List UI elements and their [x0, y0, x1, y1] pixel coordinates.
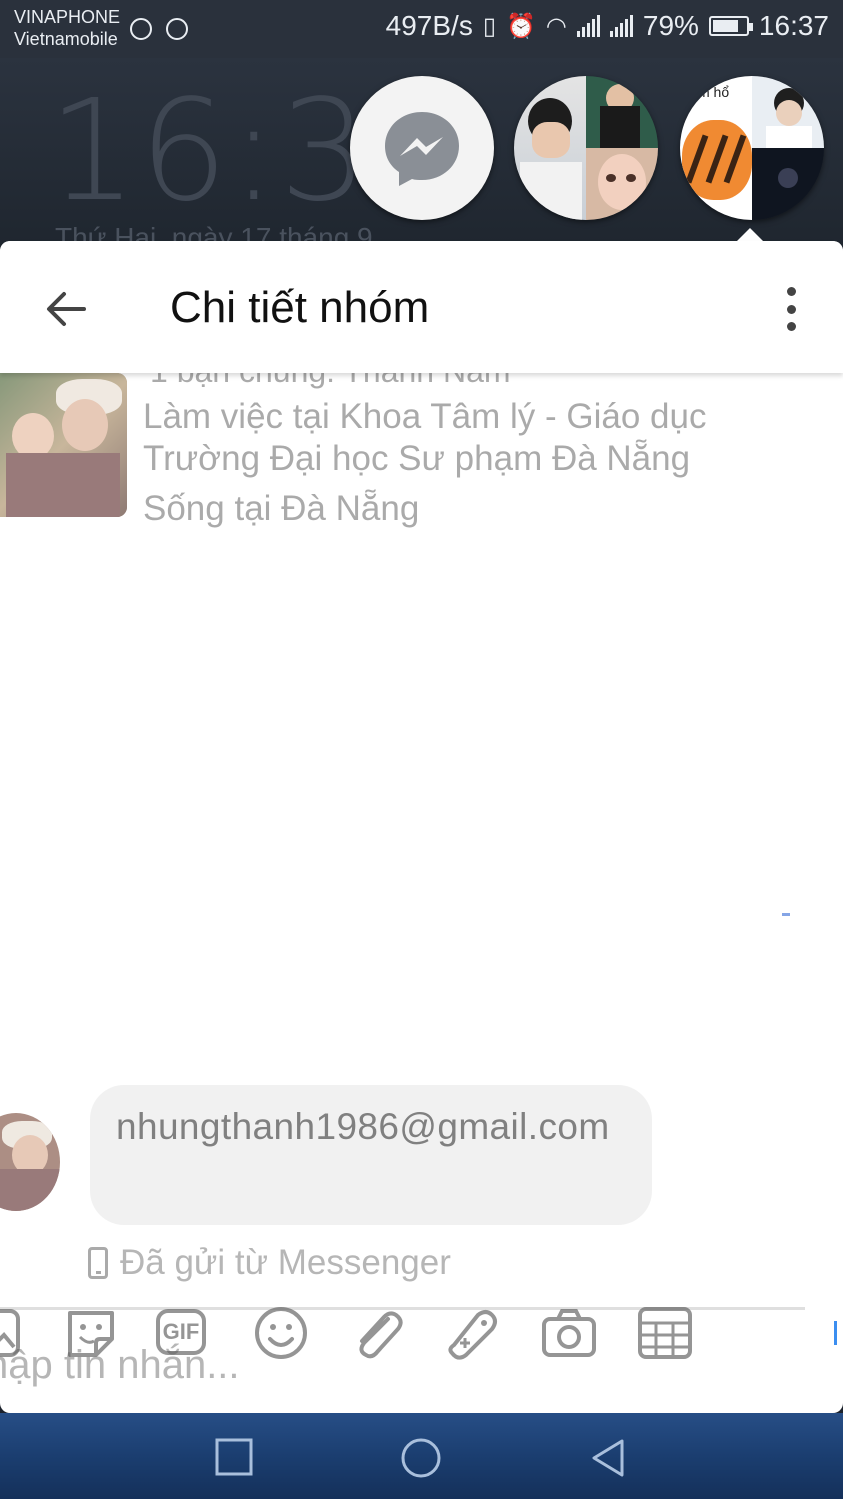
- avatar[interactable]: [0, 1113, 60, 1211]
- group-chat-head-2[interactable]: m hổ: [680, 76, 824, 220]
- phone-icon: [88, 1247, 108, 1279]
- back-icon[interactable]: [588, 1437, 628, 1479]
- status-time: 16:37: [758, 10, 829, 41]
- popover-caret: [736, 228, 764, 242]
- wifi-icon: ◠: [545, 12, 567, 40]
- photo-tile: [586, 76, 658, 150]
- battery-percent: 79%: [642, 10, 699, 41]
- profile-work: Làm việc tại Khoa Tâm lý - Giáo dục: [143, 397, 707, 436]
- battery-fill: [712, 20, 738, 32]
- game-icon[interactable]: [444, 1305, 502, 1361]
- conversation-area: 1 bạn chung: Thanh Nam Làm việc tại Khoa…: [0, 373, 843, 1413]
- gif-label: GIF: [156, 1309, 206, 1355]
- photo-tile: [586, 148, 658, 220]
- recent-apps-icon[interactable]: [214, 1437, 254, 1477]
- photo-tile: [752, 76, 824, 150]
- more-vertical-icon[interactable]: [778, 287, 804, 331]
- carrier-name-1: VINAPHONE: [14, 7, 121, 27]
- photo-tile: [514, 76, 586, 220]
- messenger-chat-head[interactable]: [350, 76, 494, 220]
- profile-school: Trường Đại học Sư phạm Đà Nẵng: [143, 439, 691, 478]
- mutual-friends-text: 1 bạn chung: Thanh Nam: [150, 373, 511, 390]
- chrome-notification-icon: [166, 18, 188, 40]
- group-chat-head-1[interactable]: [514, 76, 658, 220]
- attachment-icon[interactable]: [348, 1305, 406, 1361]
- gif-icon[interactable]: GIF: [156, 1305, 214, 1361]
- home-icon[interactable]: [400, 1437, 442, 1479]
- message-bubble[interactable]: nhungthanh1986@gmail.com: [90, 1085, 652, 1225]
- alarm-icon: ⏰: [506, 12, 536, 40]
- carrier-name-2: Vietnamobile: [14, 29, 118, 49]
- gallery-icon[interactable]: [0, 1305, 22, 1361]
- sticker-icon[interactable]: [62, 1305, 120, 1361]
- composer-toolbar: GIF: [0, 1291, 843, 1371]
- net-speed: 497B/s: [385, 10, 473, 41]
- tile-caption: m hổ: [698, 84, 730, 100]
- sent-status: Đã gửi từ Messenger: [88, 1243, 451, 1283]
- signal-icon: [576, 15, 600, 37]
- navigation-bar: [0, 1413, 843, 1499]
- carrier-info: VINAPHONE Vietnamobile: [14, 6, 120, 50]
- photo-tile: m hổ: [680, 76, 752, 220]
- message-text: nhungthanh1986@gmail.com: [116, 1106, 610, 1147]
- table-icon[interactable]: [636, 1305, 694, 1361]
- status-right: 497B/s ▯ ⏰ ◠ 79% 16:37: [386, 10, 829, 42]
- battery-icon: [708, 16, 753, 36]
- vibrate-icon: ▯: [482, 12, 497, 40]
- typing-indicator: [782, 913, 790, 916]
- signal-icon-2: [609, 15, 633, 37]
- app-bar: Chi tiết nhóm: [0, 241, 843, 373]
- send-icon-partial[interactable]: [834, 1321, 843, 1345]
- status-bar: VINAPHONE Vietnamobile 497B/s ▯ ⏰ ◠ 79% …: [0, 0, 843, 58]
- emoji-icon[interactable]: [252, 1305, 310, 1361]
- camera-icon[interactable]: [540, 1305, 598, 1361]
- page-title: Chi tiết nhóm: [170, 283, 430, 332]
- sent-via-text: Đã gửi từ Messenger: [120, 1243, 451, 1282]
- messenger-popup: Chi tiết nhóm 1 bạn chung: Thanh Nam Làm…: [0, 241, 843, 1413]
- messenger-icon: [385, 112, 459, 186]
- profile-photo[interactable]: [0, 373, 127, 517]
- messenger-notification-icon: [130, 18, 152, 40]
- arrow-left-icon[interactable]: [40, 283, 92, 335]
- profile-location: Sống tại Đà Nẵng: [143, 489, 420, 528]
- photo-tile: [752, 148, 824, 220]
